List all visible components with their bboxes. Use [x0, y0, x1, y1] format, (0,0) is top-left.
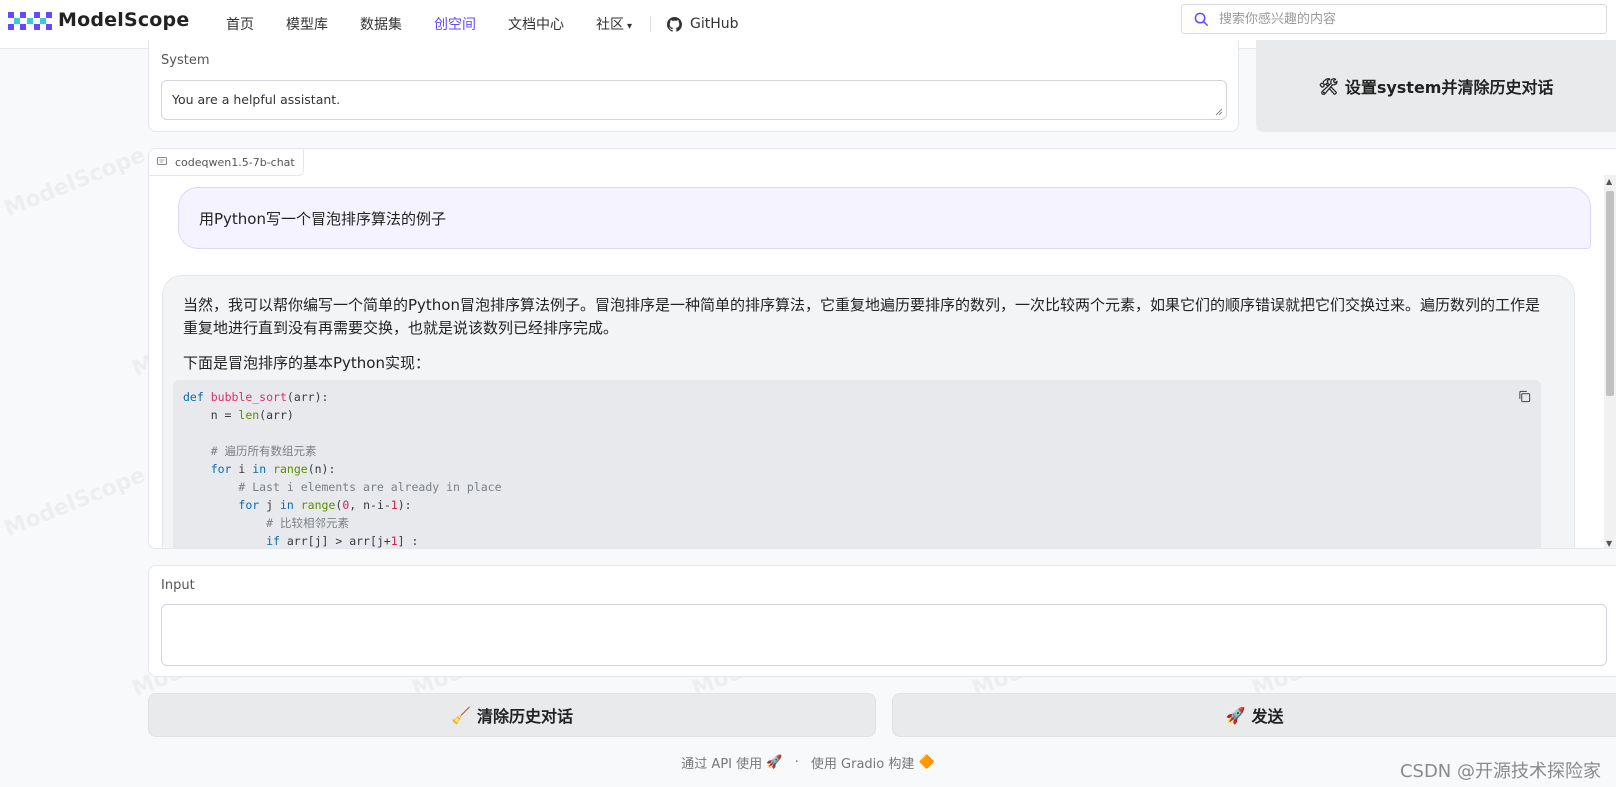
- input-panel: Input: [148, 565, 1616, 677]
- system-label: System: [161, 53, 210, 68]
- send-button[interactable]: 🚀 发送: [892, 693, 1616, 737]
- search-icon: [1194, 12, 1209, 26]
- set-system-button-label: 设置system并清除历史对话: [1344, 78, 1554, 97]
- nav-item-home[interactable]: 首页: [226, 14, 254, 34]
- chat-scrollbar[interactable]: ▲ ▼: [1604, 175, 1616, 548]
- chevron-down-icon: ▾: [627, 21, 633, 32]
- user-message-text: 用Python写一个冒泡排序算法的例子: [199, 210, 446, 228]
- copy-icon[interactable]: [1518, 390, 1531, 403]
- clear-history-button-label: 清除历史对话: [476, 707, 573, 726]
- nav-item-community-label: 社区: [596, 17, 624, 33]
- search-box[interactable]: [1181, 4, 1607, 34]
- input-label: Input: [161, 578, 195, 593]
- api-link[interactable]: 通过 API 使用 🚀: [681, 755, 783, 772]
- code-line: # Last i elements are already in place: [238, 480, 502, 494]
- scroll-down-icon[interactable]: ▼: [1606, 539, 1612, 548]
- bot-message: 当然，我可以帮你编写一个简单的Python冒泡排序算法例子。冒泡排序是一种简单的…: [162, 275, 1575, 548]
- nav-item-community[interactable]: 社区 ▾: [596, 14, 632, 34]
- scroll-thumb[interactable]: [1606, 191, 1614, 396]
- code-line: # 比较相邻元素: [266, 516, 349, 530]
- system-panel: System You are a helpful assistant.: [148, 40, 1239, 132]
- code-line: def bubble_sort(arr):: [183, 390, 329, 404]
- watermark: ModelScope: [1, 143, 149, 222]
- bot-message-paragraph: 下面是冒泡排序的基本Python实现：: [183, 354, 430, 372]
- api-link-label: 通过 API 使用: [681, 757, 763, 772]
- broom-icon: 🧹: [451, 705, 471, 725]
- nav-item-models[interactable]: 模型库: [286, 14, 328, 34]
- nav-item-studios[interactable]: 创空间: [434, 14, 476, 34]
- nav-github-label: GitHub: [690, 16, 739, 32]
- input-textarea[interactable]: [161, 604, 1607, 666]
- nav-item-github[interactable]: GitHub: [667, 16, 739, 32]
- footer-separator: ·: [794, 755, 799, 770]
- brand-name: ModelScope: [58, 9, 190, 31]
- bot-message-paragraph: 当然，我可以帮你编写一个简单的Python冒泡排序算法例子。冒泡排序是一种简单的…: [183, 296, 1541, 337]
- brand-logo[interactable]: ModelScope: [8, 8, 189, 32]
- system-value: You are a helpful assistant.: [172, 92, 341, 107]
- modelscope-logo-icon: [8, 12, 52, 30]
- chat-bubble-icon: [157, 157, 167, 165]
- set-system-button[interactable]: 🛠 设置system并清除历史对话: [1256, 40, 1616, 132]
- send-button-label: 发送: [1251, 707, 1284, 726]
- tools-icon: 🛠: [1318, 76, 1339, 96]
- nav-divider: [650, 16, 652, 32]
- code-line: for i in range(n):: [210, 462, 336, 476]
- footer: 通过 API 使用 🚀 · 使用 Gradio 构建 🔶: [0, 753, 1616, 772]
- watermark: ModelScope: [1, 463, 149, 542]
- code-line: if arr[j] > arr[j+1] :: [266, 534, 419, 548]
- github-icon: [667, 16, 683, 32]
- model-tag: codeqwen1.5-7b-chat: [149, 149, 304, 176]
- chatbot-panel: codeqwen1.5-7b-chat 用Python写一个冒泡排序算法的例子 …: [148, 148, 1616, 549]
- scroll-up-icon[interactable]: ▲: [1606, 177, 1612, 186]
- gradio-link-label: 使用 Gradio 构建: [810, 757, 915, 772]
- gradio-link[interactable]: 使用 Gradio 构建 🔶: [810, 755, 935, 772]
- search-input[interactable]: [1217, 10, 1591, 28]
- nav-item-docs[interactable]: 文档中心: [508, 14, 564, 34]
- rocket-icon: 🚀: [766, 755, 783, 770]
- csdn-watermark: CSDN @开源技术探险家: [1399, 761, 1601, 782]
- code-line: n = len(arr): [183, 408, 294, 422]
- gradio-logo-icon: 🔶: [918, 755, 935, 770]
- clear-history-button[interactable]: 🧹 清除历史对话: [148, 693, 876, 737]
- model-name: codeqwen1.5-7b-chat: [175, 155, 295, 169]
- code-block: def bubble_sort(arr): n = len(arr) # 遍历所…: [173, 380, 1541, 548]
- code-line: for j in range(0, n-i-1):: [238, 498, 412, 512]
- user-message: 用Python写一个冒泡排序算法的例子: [178, 187, 1591, 249]
- nav-item-datasets[interactable]: 数据集: [360, 14, 402, 34]
- resize-grip-icon[interactable]: [1215, 108, 1223, 116]
- system-textarea[interactable]: You are a helpful assistant.: [161, 80, 1227, 120]
- rocket-icon: 🚀: [1225, 705, 1246, 725]
- code-line: # 遍历所有数组元素: [210, 444, 317, 458]
